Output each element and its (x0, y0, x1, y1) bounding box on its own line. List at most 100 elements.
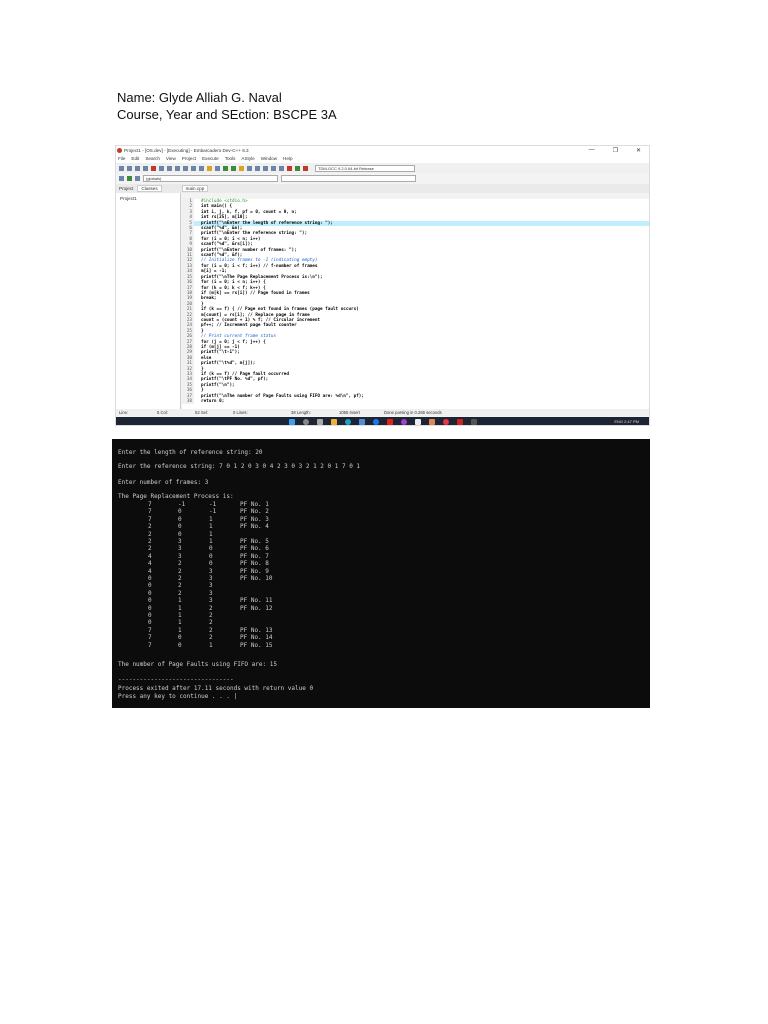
frame-value: 0 (178, 515, 182, 523)
page-fault-label: PF No. 5 (240, 538, 269, 545)
menu-execute[interactable]: Execute (202, 156, 219, 163)
frame-value: 1 (209, 530, 213, 538)
frame-value: 7 (148, 501, 152, 508)
tab-classes[interactable]: Classes (137, 185, 162, 192)
compiler-select[interactable]: TDM-GCC 9.2.0 64-bit Release (315, 164, 415, 172)
delete-profile-icon[interactable] (303, 165, 308, 171)
menu-window[interactable]: Window (261, 156, 277, 163)
frame-value: 2 (209, 626, 213, 634)
app-icon[interactable] (428, 419, 435, 425)
maximize-button[interactable]: ❐ (613, 147, 618, 154)
frame-value: 2 (178, 560, 182, 568)
page-fault-label: PF No. 14 (240, 634, 273, 642)
chart-icon[interactable] (263, 165, 268, 171)
ide-title-bar: Project1 - [OS.dev] - [Executing] - Emba… (116, 146, 649, 155)
menu-search[interactable]: Search (145, 156, 160, 163)
frame-value: 2 (148, 523, 152, 531)
find-icon[interactable] (175, 165, 180, 171)
minimize-button[interactable]: — (589, 147, 595, 154)
frame-value: 3 (178, 538, 182, 545)
search-icon[interactable] (302, 419, 309, 425)
file-explorer-icon[interactable] (330, 419, 337, 425)
redo-icon[interactable] (215, 165, 220, 171)
frame-value: 2 (178, 575, 182, 582)
frame-value: 1 (209, 515, 213, 523)
tab-project[interactable]: Project (119, 186, 133, 191)
frame-value: 1 (209, 538, 213, 545)
menu-view[interactable]: View (166, 156, 176, 163)
facebook-icon[interactable] (372, 419, 379, 425)
unindent-icon[interactable] (199, 165, 204, 171)
devcpp-taskbar-icon[interactable] (442, 419, 449, 425)
frame-value: 0 (148, 619, 152, 627)
messenger-icon[interactable] (400, 419, 407, 425)
code-line: 38 return 0; (182, 399, 649, 405)
reference-prompt: Enter the reference string: 7 0 1 2 0 3 … (118, 463, 361, 470)
student-name: Name: Glyde Alliah G. Naval (117, 90, 282, 105)
project-tree-item[interactable]: Project1 (120, 196, 137, 201)
frame-value: 0 (178, 523, 182, 531)
tab-main-cpp[interactable]: main.cpp (181, 185, 209, 192)
rebuild-icon[interactable] (247, 165, 252, 171)
frame-value: 3 (178, 545, 182, 553)
task-view-icon[interactable] (316, 419, 323, 425)
project-icon[interactable] (295, 165, 300, 171)
compile-run-icon[interactable] (239, 165, 244, 171)
menu-file[interactable]: File (118, 156, 125, 163)
page-fault-label: PF No. 4 (240, 523, 269, 531)
frame-value: 0 (178, 508, 182, 516)
new-file-icon[interactable] (119, 165, 124, 171)
menu-help[interactable]: Help (283, 156, 292, 163)
run-icon[interactable] (231, 165, 236, 171)
check-icon[interactable] (279, 165, 284, 171)
profile-icon[interactable] (271, 165, 276, 171)
frame-value: -1 (178, 501, 186, 508)
frame-value: 2 (178, 567, 182, 575)
menu-project[interactable]: Project (182, 156, 196, 163)
replace-icon[interactable] (183, 165, 188, 171)
goto-icon[interactable] (119, 176, 124, 181)
function-select[interactable] (281, 175, 416, 182)
start-icon[interactable] (288, 419, 295, 425)
edge-icon[interactable] (344, 419, 351, 425)
tiktok-icon[interactable] (414, 419, 421, 425)
frame-value: 7 (148, 508, 152, 516)
frame-value: 2 (209, 612, 213, 619)
indent-icon[interactable] (191, 165, 196, 171)
menu-edit[interactable]: Edit (131, 156, 139, 163)
class-icon[interactable] (135, 176, 140, 181)
youtube-icon[interactable] (386, 419, 393, 425)
scope-select[interactable]: (globals) (143, 175, 278, 182)
undo-icon[interactable] (207, 165, 212, 171)
frame-value: 4 (148, 560, 152, 568)
print-icon[interactable] (167, 165, 172, 171)
close-button[interactable]: ✕ (636, 147, 641, 154)
close-all-icon[interactable] (159, 165, 164, 171)
bookmark-icon[interactable] (127, 176, 132, 181)
code-editor[interactable]: 1 #include <stdio.h> 2 int main() {3 int i, … (182, 199, 649, 409)
save-icon[interactable] (135, 165, 140, 171)
frame-value: 7 (148, 515, 152, 523)
console-taskbar-icon[interactable] (470, 419, 477, 425)
length-prompt: Enter the length of reference string: 20 (118, 449, 263, 456)
page-fault-label: PF No. 7 (240, 552, 269, 560)
compile-icon[interactable] (223, 165, 228, 171)
app2-icon[interactable] (456, 419, 463, 425)
frame-value: 1 (209, 523, 213, 531)
menu-bar: File Edit Search View Project Execute Tools ASt… (116, 155, 649, 163)
frame-value: 2 (209, 619, 213, 627)
stop-icon[interactable] (287, 165, 292, 171)
debug-icon[interactable] (255, 165, 260, 171)
frame-value: 1 (209, 641, 213, 649)
save-all-icon[interactable] (143, 165, 148, 171)
open-icon[interactable] (127, 165, 132, 171)
frame-value: 7 (148, 641, 152, 649)
frame-value: 7 (148, 626, 152, 634)
menu-tools[interactable]: Tools (225, 156, 236, 163)
menu-astyle[interactable]: AStyle (241, 156, 254, 163)
close-file-icon[interactable] (151, 165, 156, 171)
store-icon[interactable] (358, 419, 365, 425)
frame-value: 2 (209, 604, 213, 612)
frame-value: 3 (209, 575, 213, 582)
frame-value: 3 (178, 552, 182, 560)
